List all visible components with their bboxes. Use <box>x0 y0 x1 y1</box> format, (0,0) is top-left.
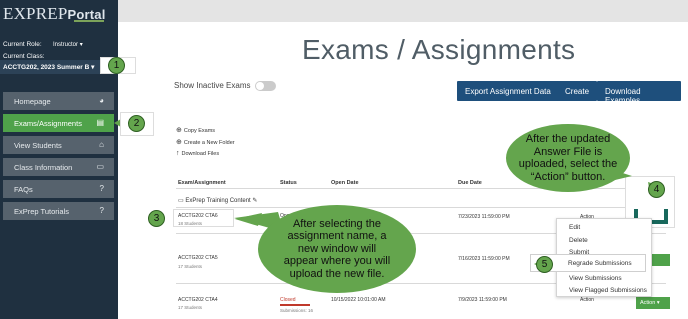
instruction-bubble-right: After the updated Answer File is uploade… <box>506 124 630 192</box>
callout-badge-4: 4 <box>648 181 665 198</box>
instruction-bubble-left: After selecting the assignment name, a n… <box>258 205 416 293</box>
callout-badge-1: 1 <box>108 57 125 74</box>
callout-badge-3: 3 <box>148 210 165 227</box>
callout-badge-2: 2 <box>128 115 145 132</box>
callout-badge-5: 5 <box>536 256 553 273</box>
